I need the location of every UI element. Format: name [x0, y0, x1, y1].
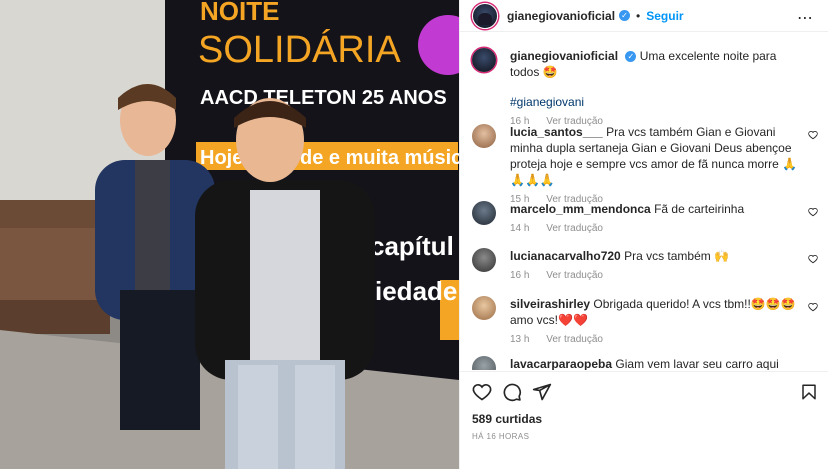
post-actions: 589 curtidas HÁ 16 HORAS [460, 371, 828, 469]
comment-meta: 16 h Ver tradução [510, 270, 818, 281]
banner-text-2: SOLIDÁRIA [198, 28, 401, 71]
comment-item: lucia_santos___ Pra vcs também Gian e Gi… [472, 124, 818, 205]
comment-item: lucianacarvalho720 Pra vcs também 🙌 16 h… [472, 248, 818, 281]
comment-time: 13 h [510, 334, 530, 345]
banner-text-3: AACD TELETON 25 ANOS [200, 87, 447, 109]
save-bookmark-icon[interactable] [800, 382, 818, 402]
comment-body: lucia_santos___ Pra vcs também Gian e Gi… [510, 124, 798, 188]
share-send-icon[interactable] [532, 382, 552, 402]
post-timestamp: HÁ 16 HORAS [472, 432, 530, 441]
banner-text-6: iedade. [375, 276, 459, 306]
like-heart-icon[interactable] [472, 382, 492, 402]
comment-time: 14 h [510, 223, 530, 234]
instagram-post-modal: NOITE SOLIDÁRIA AACD TELETON 25 ANOS Hoj… [0, 0, 828, 469]
verified-badge-icon: ✓ [625, 51, 637, 63]
post-photo[interactable]: NOITE SOLIDÁRIA AACD TELETON 25 ANOS Hoj… [0, 0, 459, 469]
caption-item: gianegiovanioficial ✓ Uma excelente noit… [472, 48, 818, 127]
like-comment-heart-icon[interactable] [808, 302, 818, 312]
comment-item: silveirashirley Obrigada querido! A vcs … [472, 296, 818, 345]
comment-username[interactable]: silveirashirley [510, 297, 590, 311]
action-icons-row [472, 382, 818, 402]
comment-item: lavacarparaopeba Giam vem lavar seu carr… [472, 356, 818, 370]
comment-username[interactable]: marcelo_mm_mendonca [510, 202, 651, 216]
comments-feed[interactable]: gianegiovanioficial ✓ Uma excelente noit… [460, 42, 828, 370]
verified-badge-icon: ✓ [619, 10, 631, 21]
comment-text: Fã de carteirinha [654, 202, 745, 216]
comment-translate-link[interactable]: Ver tradução [546, 270, 603, 281]
like-comment-heart-icon[interactable] [808, 130, 818, 140]
author-avatar[interactable] [472, 2, 498, 29]
comment-item: marcelo_mm_mendonca Fã de carteirinha 14… [472, 201, 818, 234]
separator-dot: • [636, 8, 641, 23]
comment-avatar[interactable] [472, 296, 496, 320]
follow-button[interactable]: Seguir [646, 9, 683, 23]
post-header: gianegiovanioficial ✓ • Seguir ⋯ [460, 0, 828, 32]
post-side-panel: gianegiovanioficial ✓ • Seguir ⋯ gianegi… [459, 0, 828, 469]
banner-text-1: NOITE [200, 0, 279, 26]
comment-body: silveirashirley Obrigada querido! A vcs … [510, 296, 798, 328]
comment-body: lucianacarvalho720 Pra vcs também 🙌 [510, 248, 798, 264]
comment-avatar[interactable] [472, 356, 496, 370]
like-comment-heart-icon[interactable] [808, 254, 818, 264]
comment-translate-link[interactable]: Ver tradução [546, 334, 603, 345]
comment-bubble-icon[interactable] [502, 382, 522, 402]
caption-avatar[interactable] [472, 48, 496, 72]
comment-username[interactable]: lavacarparaopeba [510, 357, 612, 370]
comment-time: 16 h [510, 270, 530, 281]
like-comment-heart-icon[interactable] [808, 207, 818, 217]
comment-avatar[interactable] [472, 248, 496, 272]
caption-body: gianegiovanioficial ✓ Uma excelente noit… [510, 48, 798, 110]
post-image: NOITE SOLIDÁRIA AACD TELETON 25 ANOS Hoj… [0, 0, 459, 469]
comment-meta: 14 h Ver tradução [510, 223, 818, 234]
comment-username[interactable]: lucia_santos___ [510, 125, 603, 139]
caption-username[interactable]: gianegiovanioficial [510, 49, 618, 63]
comment-body: lavacarparaopeba Giam vem lavar seu carr… [510, 356, 798, 370]
comment-meta: 13 h Ver tradução [510, 334, 818, 345]
comment-avatar[interactable] [472, 124, 496, 148]
comment-text: Pra vcs também 🙌 [624, 249, 730, 263]
more-options-icon[interactable]: ⋯ [797, 8, 814, 28]
comment-body: marcelo_mm_mendonca Fã de carteirinha [510, 201, 798, 217]
author-username[interactable]: gianegiovanioficial [507, 9, 615, 23]
caption-hashtag[interactable]: #gianegiovani [510, 95, 584, 109]
comment-translate-link[interactable]: Ver tradução [546, 223, 603, 234]
banner-text-5: capítul [370, 231, 454, 261]
comment-username[interactable]: lucianacarvalho720 [510, 249, 621, 263]
comment-avatar[interactable] [472, 201, 496, 225]
likes-count[interactable]: 589 curtidas [472, 412, 542, 426]
